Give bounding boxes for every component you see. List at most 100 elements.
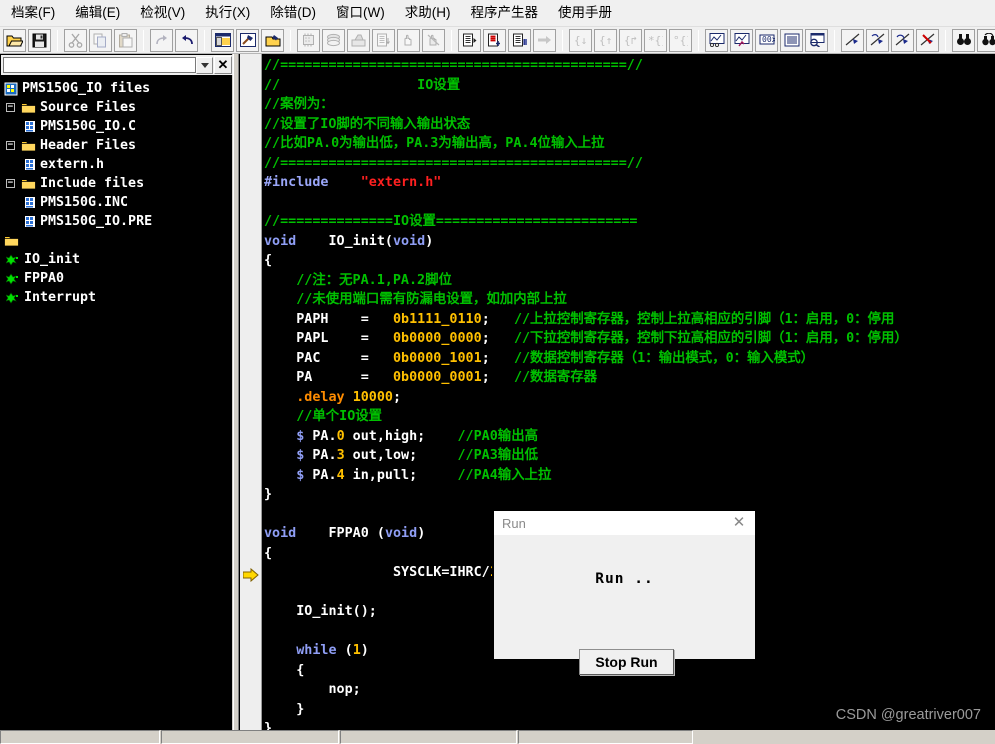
hand-stop-icon[interactable] — [422, 28, 445, 52]
copy-icon[interactable] — [89, 28, 112, 52]
tree-node-pms150g-inc[interactable]: PMS150G.INC — [2, 193, 230, 212]
code-line: $ PA.0 out,high; //PA0输出高 — [264, 427, 995, 447]
folder-icon — [21, 177, 36, 190]
menu-edit[interactable]: 编辑(E) — [66, 2, 129, 25]
toolbar-separator — [562, 29, 563, 51]
menu-manual[interactable]: 使用手册 — [549, 2, 621, 25]
redo-arrow-icon[interactable] — [150, 28, 173, 52]
breakpoint-set-icon[interactable] — [841, 28, 864, 52]
paste-icon[interactable] — [114, 28, 137, 52]
pause-icon[interactable] — [508, 28, 531, 52]
breakpoint-clear-icon[interactable] — [916, 28, 939, 52]
menu-debug[interactable]: 除错(D) — [261, 2, 325, 25]
tree-node-label: Interrupt — [24, 290, 97, 305]
svg-text:{↑}: {↑} — [599, 34, 613, 47]
folder-icon — [21, 101, 36, 114]
save-disk-icon[interactable] — [28, 28, 51, 52]
cut-scissors-icon[interactable] — [64, 28, 87, 52]
step-into-icon[interactable]: {↓} — [569, 28, 592, 52]
code-token: void — [264, 526, 297, 541]
undo-arrow-icon[interactable] — [175, 28, 198, 52]
code-line: //未使用端口需有防漏电设置，如加内部上拉 — [264, 290, 995, 310]
tree-node-io-init[interactable]: IO_init — [2, 250, 230, 269]
code-token: } — [264, 487, 273, 502]
toolbar-group-project — [208, 28, 287, 53]
tree-expander-toggle[interactable]: − — [6, 103, 15, 112]
menu-file[interactable]: 档案(F) — [2, 2, 64, 25]
panel-splitter[interactable] — [233, 54, 239, 730]
breakpoint-toggle-icon[interactable] — [866, 28, 889, 52]
waveform-icon[interactable] — [705, 28, 728, 52]
build-all-icon[interactable] — [261, 28, 284, 52]
tree-node-label: Include files — [40, 176, 145, 191]
close-icon[interactable]: ✕ — [214, 56, 232, 74]
code-line: //======================================… — [264, 56, 995, 76]
code-token: PA. — [304, 428, 337, 444]
editor-gutter[interactable] — [240, 54, 262, 730]
build-hammer-icon[interactable] — [236, 28, 259, 52]
tree-node-extern-h[interactable]: extern.h — [2, 155, 230, 174]
tree-expander-toggle[interactable]: − — [6, 141, 15, 150]
scope-icon[interactable] — [730, 28, 753, 52]
run-to-cursor-icon[interactable]: *{} — [644, 28, 667, 52]
stop-run-button[interactable]: Stop Run — [579, 649, 674, 675]
tree-node-interrupt[interactable]: Interrupt — [2, 288, 230, 307]
tree-node-header-files[interactable]: − Header Files — [2, 136, 230, 155]
tree-node-fppa0[interactable]: FPPA0 — [2, 269, 230, 288]
tree-node-project[interactable]: PMS150G_IO files — [2, 79, 230, 98]
chevron-down-icon[interactable] — [196, 56, 213, 74]
step-over-icon[interactable]: {↑} — [594, 28, 617, 52]
watch-icon[interactable]: 00x — [755, 28, 778, 52]
toolbar-separator — [834, 29, 835, 51]
code-token: PA. — [304, 467, 337, 483]
chip-icon[interactable] — [297, 28, 320, 52]
debug-run-icon[interactable] — [483, 28, 506, 52]
menu-code-generator[interactable]: 程序产生器 — [461, 2, 547, 25]
menu-help[interactable]: 求助(H) — [396, 2, 460, 25]
menu-view[interactable]: 检视(V) — [131, 2, 194, 25]
tree-node-label: PMS150G_IO.C — [40, 119, 137, 134]
list-down-icon[interactable] — [372, 28, 395, 52]
file-icon — [24, 158, 36, 171]
menu-window[interactable]: 窗口(W) — [327, 2, 394, 25]
tree-node-pms150g-io-pre[interactable]: PMS150G_IO.PRE — [2, 212, 230, 231]
code-token: //注：无PA.1,PA.2脚位 — [264, 272, 452, 288]
code-line: // IO设置 — [264, 76, 995, 96]
menu-execute[interactable]: 执行(X) — [196, 2, 259, 25]
run-from-cursor-icon[interactable]: °{} — [669, 28, 692, 52]
svg-text:°{}: °{} — [673, 34, 688, 47]
tree-expander-toggle[interactable]: − — [6, 179, 15, 188]
run-dialog-title: Run — [502, 515, 526, 531]
code-line: void IO_init(void) — [264, 232, 995, 252]
writer-icon[interactable] — [347, 28, 370, 52]
toolbar-separator — [451, 29, 452, 51]
tree-node-source-files[interactable]: − Source Files — [2, 98, 230, 117]
code-token: 3 — [336, 448, 345, 463]
memory-icon[interactable] — [780, 28, 803, 52]
code-token: PAC = — [264, 350, 393, 366]
inspect-icon[interactable] — [805, 28, 828, 52]
layers-icon[interactable] — [322, 28, 345, 52]
project-icon — [4, 82, 18, 96]
tree-node-functions-folder[interactable] — [2, 231, 230, 250]
hand-icon[interactable] — [397, 28, 420, 52]
code-token: IO_init(); — [264, 604, 377, 619]
project-selector-combobox[interactable] — [3, 57, 196, 73]
step-arrow-icon[interactable] — [533, 28, 556, 52]
run-icon[interactable] — [458, 28, 481, 52]
breakpoint-next-icon[interactable] — [891, 28, 914, 52]
project-window-icon[interactable] — [211, 28, 234, 52]
tree-node-include-files[interactable]: − Include files — [2, 174, 230, 193]
open-folder-icon[interactable] — [3, 28, 26, 52]
close-icon[interactable]: ✕ — [730, 515, 748, 530]
find-again-icon[interactable] — [977, 28, 995, 52]
code-token: ) — [360, 643, 369, 658]
file-icon — [24, 120, 36, 133]
toolbar-group-file — [0, 28, 54, 53]
code-token: //比如PA.0为输出低，PA.3为输出高，PA.4位输入上拉 — [264, 136, 605, 151]
toolbar-separator — [57, 29, 58, 51]
find-binoculars-icon[interactable] — [952, 28, 975, 52]
step-out-icon[interactable]: {↱} — [619, 28, 642, 52]
tree-node-pms150g-io-c[interactable]: PMS150G_IO.C — [2, 117, 230, 136]
